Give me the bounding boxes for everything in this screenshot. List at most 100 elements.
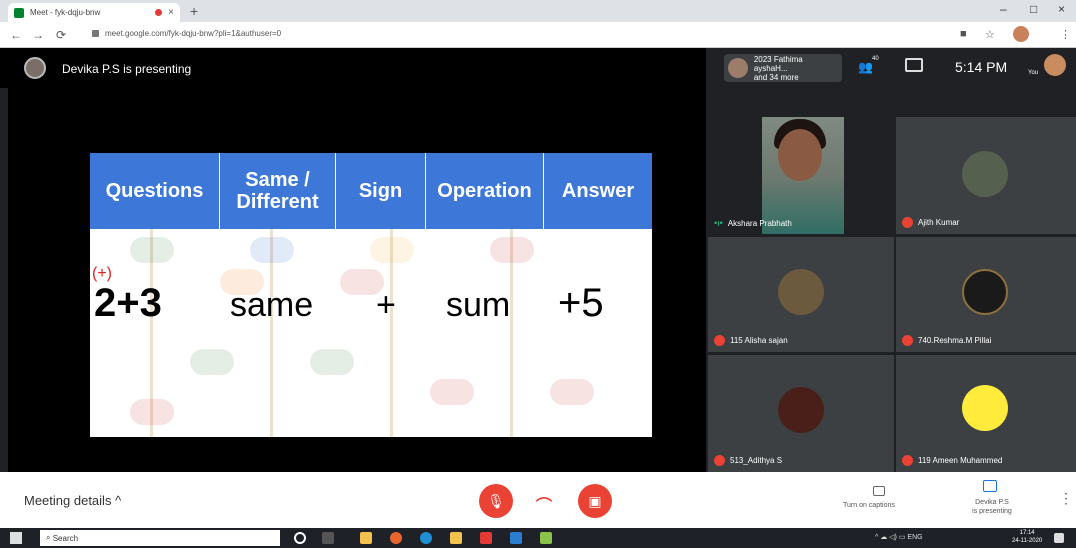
taskbar-clock[interactable]: 17:14 24-11-2020	[1012, 529, 1042, 545]
profile-avatar[interactable]	[1013, 26, 1029, 42]
avatar	[778, 387, 824, 433]
star-icon[interactable]: ☆	[985, 28, 995, 41]
address-bar: ← → ⟳ meet.google.com/fyk-dqju-bnw?pli=1…	[0, 22, 1076, 48]
abacus-bead	[130, 399, 174, 425]
participant-tile[interactable]: •ı• Akshara Prabhath	[708, 117, 894, 234]
presenter-bar: Devika P.S is presenting	[0, 48, 706, 88]
meet-area: Devika P.S is presenting Questions Same …	[0, 48, 1076, 484]
abacus-bead	[430, 379, 474, 405]
participant-tile[interactable]: 119 Ameen Muhammed	[896, 355, 1076, 472]
presenter-avatar	[24, 57, 46, 79]
participant-tile[interactable]: 115 Alisha sajan	[708, 237, 894, 352]
people-icon[interactable]: 👥	[858, 60, 873, 74]
taskbar-search-input[interactable]: ⌕ Search	[40, 530, 280, 546]
new-tab-button[interactable]: +	[190, 3, 198, 19]
browser-tabbar: Meet - fyk-dqju-bnw × + – □ ×	[0, 0, 1076, 22]
recording-dot-icon	[155, 9, 163, 16]
abacus-bead	[490, 237, 534, 263]
mic-off-icon	[714, 335, 725, 346]
captions-label[interactable]: Turn on captions	[843, 502, 895, 509]
store-icon[interactable]	[450, 532, 462, 544]
edge-icon[interactable]	[420, 532, 432, 544]
file-explorer-icon[interactable]	[360, 532, 372, 544]
header-answer: Answer	[544, 153, 652, 229]
chrome-icon[interactable]	[390, 532, 402, 544]
slide-table-header: Questions Same / Different Sign Operatio…	[90, 153, 652, 229]
sign-value: +	[376, 286, 396, 324]
participant-name-text: 513_Adithya S	[730, 456, 783, 465]
search-placeholder: Search	[52, 533, 79, 543]
avatar	[962, 385, 1008, 431]
back-icon[interactable]: ←	[10, 28, 22, 42]
mic-on-icon: •ı•	[714, 218, 723, 228]
abacus-background	[90, 229, 652, 437]
meeting-details-button[interactable]: Meeting details ^	[24, 493, 121, 508]
browser-tab[interactable]: Meet - fyk-dqju-bnw ×	[8, 3, 180, 22]
participant-name: 513_Adithya S	[714, 455, 782, 466]
menu-icon[interactable]: ⋮	[1060, 28, 1071, 41]
windows-taskbar: ⌕ Search ^ ☁ ◁) ▭ ENG 17:14 24-11-2020	[0, 528, 1076, 548]
presenting-line-2: is presenting	[972, 508, 1012, 515]
participant-tile[interactable]: 740.Reshma.M Pillai	[896, 237, 1076, 352]
chevron-up-icon: ^	[115, 493, 122, 508]
abacus-bead	[190, 349, 234, 375]
mic-off-icon	[902, 455, 913, 466]
participant-name-text: Ajith Kumar	[918, 218, 960, 227]
notifications-icon[interactable]	[1054, 533, 1064, 543]
cortana-icon[interactable]	[294, 532, 306, 544]
app-icon[interactable]	[480, 532, 492, 544]
presentation-slide: Questions Same / Different Sign Operatio…	[90, 153, 652, 437]
video-face	[778, 129, 822, 181]
url-text: meet.google.com/fyk-dqju-bnw?pli=1&authu…	[105, 29, 282, 38]
tab-title: Meet - fyk-dqju-bnw	[30, 8, 101, 17]
task-view-icon[interactable]	[322, 532, 334, 544]
participant-name: 115 Alisha sajan	[714, 335, 788, 346]
avatar	[778, 269, 824, 315]
info-line-1: 2023 Fathima ayshaH...	[753, 54, 803, 73]
language-indicator: ENG	[907, 534, 923, 541]
system-tray[interactable]: ^ ☁ ◁) ▭ ENG	[875, 533, 923, 541]
url-field[interactable]: meet.google.com/fyk-dqju-bnw?pli=1&authu…	[92, 29, 281, 38]
abacus-bead	[310, 349, 354, 375]
mic-off-icon	[902, 335, 913, 346]
header-same-different: Same / Different	[220, 153, 336, 229]
maximize-button[interactable]: □	[1030, 2, 1037, 16]
minimize-button[interactable]: –	[1000, 2, 1007, 16]
app-icon[interactable]	[540, 532, 552, 544]
avatar	[728, 58, 748, 78]
answer-value: +5	[558, 281, 604, 325]
camera-icon[interactable]: ■	[960, 28, 967, 40]
mic-toggle-button[interactable]: 🎙	[479, 484, 513, 518]
meeting-clock: 5:14 PM	[955, 59, 1008, 75]
participant-tile[interactable]: 513_Adithya S	[708, 355, 894, 472]
mic-off-icon	[902, 217, 913, 228]
info-text: 2023 Fathima ayshaH... and 34 more	[754, 55, 838, 82]
presenting-line-1: Devika P.S	[975, 499, 1009, 506]
tab-close-icon[interactable]: ×	[168, 7, 174, 18]
participant-name-text: 740.Reshma.M Pillai	[918, 336, 992, 345]
more-options-icon[interactable]: ⋮	[1059, 490, 1073, 507]
presenting-label[interactable]: Devika P.S is presenting	[962, 498, 1022, 516]
hang-up-button[interactable]: ⌒	[536, 492, 552, 516]
meeting-controls: Meeting details ^ 🎙 ⌒ ▣ Turn on captions…	[0, 472, 1076, 528]
camera-toggle-button[interactable]: ▣	[578, 484, 612, 518]
mail-icon[interactable]	[510, 532, 522, 544]
forward-icon[interactable]: →	[32, 28, 44, 42]
you-label: You	[1028, 70, 1039, 76]
windows-start-icon[interactable]	[10, 532, 22, 544]
participant-name-text: 115 Alisha sajan	[730, 336, 788, 345]
present-icon[interactable]	[983, 480, 997, 492]
header-sign: Sign	[336, 153, 426, 229]
captions-icon[interactable]	[873, 486, 885, 496]
lock-icon	[92, 30, 99, 38]
self-avatar[interactable]	[1044, 54, 1066, 76]
participant-tile[interactable]: Ajith Kumar	[896, 117, 1076, 234]
participant-name: Ajith Kumar	[902, 217, 959, 228]
header-questions: Questions	[90, 153, 220, 229]
close-window-button[interactable]: ×	[1058, 2, 1065, 16]
chat-icon[interactable]	[905, 58, 923, 72]
participant-name: •ı• Akshara Prabhath	[714, 218, 792, 228]
reload-icon[interactable]: ⟳	[56, 28, 66, 42]
presenter-info-chip[interactable]: 2023 Fathima ayshaH... and 34 more	[724, 54, 842, 82]
operation-value: sum	[446, 286, 511, 324]
